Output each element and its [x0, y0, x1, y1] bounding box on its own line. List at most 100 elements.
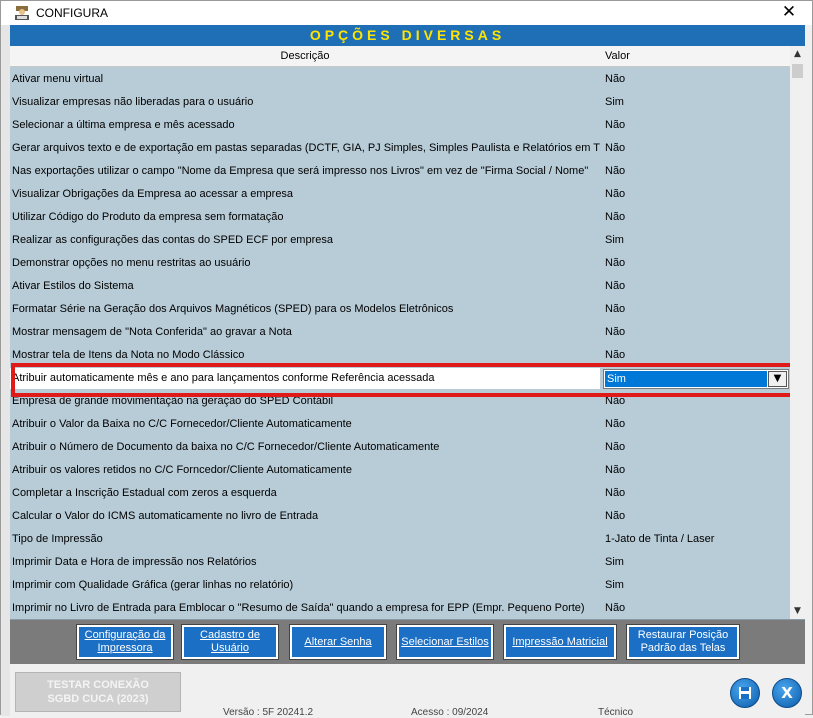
row-description: Ativar Estilos do Sistema — [12, 280, 134, 292]
select-styles-button[interactable]: Selecionar Estilos — [396, 624, 494, 660]
grid-row[interactable]: Visualizar empresas não liberadas para o… — [10, 91, 790, 114]
dropdown-selected-value[interactable]: Sim — [605, 371, 767, 387]
grid-row[interactable]: Atribuir o Número de Documento da baixa … — [10, 436, 790, 459]
button-label: Usuário — [211, 642, 249, 654]
window-title: CONFIGURA — [36, 6, 108, 20]
grid-row[interactable]: Mostrar tela de Itens da Nota no Modo Cl… — [10, 344, 790, 367]
row-value[interactable]: Sim — [605, 574, 624, 597]
row-description: Utilizar Código do Produto da empresa se… — [12, 211, 284, 223]
row-value[interactable]: Sim — [605, 551, 624, 574]
row-description: Nas exportações utilizar o campo "Nome d… — [12, 165, 589, 177]
grid-row-selected[interactable]: Atribuir automaticamente mês e ano para … — [10, 367, 790, 390]
title-bar[interactable]: CONFIGURA ✕ — [1, 1, 812, 25]
button-label: TESTAR CONEXÃO — [47, 679, 149, 691]
restore-position-button[interactable]: Restaurar Posição Padrão das Telas — [626, 624, 740, 660]
row-value[interactable]: Não — [605, 160, 625, 183]
row-description: Mostrar tela de Itens da Nota no Modo Cl… — [12, 349, 245, 361]
row-value[interactable]: Não — [605, 275, 625, 298]
scroll-up-icon[interactable]: ▲ — [790, 46, 805, 63]
row-description: Tipo de Impressão — [12, 533, 103, 545]
section-header: OPÇÕES DIVERSAS — [10, 25, 805, 46]
grid-row[interactable]: Demonstrar opções no menu restritas ao u… — [10, 252, 790, 275]
row-value[interactable]: Não — [605, 298, 625, 321]
button-label: Configuração da — [84, 629, 166, 641]
background-text: Técnico — [598, 707, 634, 718]
background-text: Versão : 5F 20241.2 — [223, 707, 314, 718]
row-description: Atribuir automaticamente mês e ano para … — [10, 368, 600, 389]
row-description: Visualizar Obrigações da Empresa ao aces… — [12, 188, 294, 200]
grid-row[interactable]: Formatar Série na Geração dos Arquivos M… — [10, 298, 790, 321]
row-description: Atribuir o Número de Documento da baixa … — [12, 441, 440, 453]
row-value[interactable]: Não — [605, 413, 625, 436]
row-description: Atribuir o Valor da Baixa no C/C Fornece… — [12, 418, 352, 430]
grid-row[interactable]: Visualizar Obrigações da Empresa ao aces… — [10, 183, 790, 206]
row-value[interactable]: Não — [605, 597, 625, 619]
grid-row[interactable]: Mostrar mensagem de "Nota Conferida" ao … — [10, 321, 790, 344]
row-value[interactable]: Não — [605, 482, 625, 505]
button-label: Padrão das Telas — [640, 642, 726, 654]
matrix-print-button[interactable]: Impressão Matricial — [503, 624, 617, 660]
grid-row[interactable]: Realizar as configurações das contas do … — [10, 229, 790, 252]
background-text: Acesso : 09/2024 — [411, 707, 489, 718]
grid-row[interactable]: Selecionar a última empresa e mês acessa… — [10, 114, 790, 137]
grid-row[interactable]: Empresa de grande movimentação na geraçã… — [10, 390, 790, 413]
row-description: Demonstrar opções no menu restritas ao u… — [12, 257, 251, 269]
row-description: Realizar as configurações das contas do … — [12, 234, 333, 246]
row-description: Atribuir os valores retidos no C/C Fornc… — [12, 464, 352, 476]
grid-row[interactable]: Utilizar Código do Produto da empresa se… — [10, 206, 790, 229]
app-icon — [15, 6, 29, 20]
close-window-button[interactable]: ✕ — [766, 1, 812, 25]
footer: TESTAR CONEXÃO SGBD CUCA (2023) X — [10, 664, 805, 716]
row-value[interactable]: Não — [605, 114, 625, 137]
row-value[interactable]: Não — [605, 505, 625, 528]
grid-row[interactable]: Ativar Estilos do Sistema Não — [10, 275, 790, 298]
row-description: Visualizar empresas não liberadas para o… — [12, 96, 254, 108]
row-value[interactable]: 1-Jato de Tinta / Laser — [605, 528, 714, 551]
grid-row[interactable]: Imprimir no Livro de Entrada para Embloc… — [10, 597, 790, 619]
grid-row[interactable]: Calcular o Valor do ICMS automaticamente… — [10, 505, 790, 528]
chevron-down-icon[interactable]: ▼ — [768, 371, 787, 387]
row-value[interactable]: Não — [605, 459, 625, 482]
printer-config-button[interactable]: Configuração da Impressora — [76, 624, 174, 660]
row-value[interactable]: Sim — [605, 229, 624, 252]
row-description: Imprimir Data e Hora de impressão nos Re… — [12, 556, 257, 568]
grid-row[interactable]: Atribuir os valores retidos no C/C Fornc… — [10, 459, 790, 482]
column-header-description[interactable]: Descrição — [10, 46, 600, 67]
column-header-value[interactable]: Valor — [605, 46, 630, 67]
row-description: Gerar arquivos texto e de exportação em … — [12, 142, 600, 154]
grid-row[interactable]: Imprimir Data e Hora de impressão nos Re… — [10, 551, 790, 574]
button-label: Impressão Matricial — [512, 635, 608, 648]
floppy-disk-icon[interactable] — [730, 678, 760, 708]
row-value[interactable]: Não — [605, 68, 625, 91]
row-value[interactable]: Não — [605, 206, 625, 229]
grid-row[interactable]: Imprimir com Qualidade Gráfica (gerar li… — [10, 574, 790, 597]
grid-row[interactable]: Nas exportações utilizar o campo "Nome d… — [10, 160, 790, 183]
row-value[interactable]: Não — [605, 321, 625, 344]
row-value[interactable]: Sim — [605, 91, 624, 114]
scroll-down-icon[interactable]: ▼ — [790, 603, 805, 619]
user-register-button[interactable]: Cadastro de Usuário — [181, 624, 279, 660]
scroll-thumb[interactable] — [792, 64, 803, 78]
button-label: Selecionar Estilos — [401, 635, 489, 648]
grid-row[interactable]: Gerar arquivos texto e de exportação em … — [10, 137, 790, 160]
row-value[interactable]: Não — [605, 344, 625, 367]
change-password-button[interactable]: Alterar Senha — [289, 624, 387, 660]
test-connection-button[interactable]: TESTAR CONEXÃO SGBD CUCA (2023) — [15, 672, 181, 712]
grid-row[interactable]: Atribuir o Valor da Baixa no C/C Fornece… — [10, 413, 790, 436]
row-description: Imprimir com Qualidade Gráfica (gerar li… — [12, 579, 294, 591]
row-value[interactable]: Não — [605, 436, 625, 459]
row-value[interactable]: Não — [605, 252, 625, 275]
value-dropdown[interactable]: Sim ▼ — [603, 369, 789, 389]
x-icon[interactable]: X — [772, 678, 802, 708]
floppy-disk-icon — [739, 687, 751, 699]
background-window-strip: OS E — [1, 1, 14, 716]
row-value[interactable]: Não — [605, 183, 625, 206]
grid-row[interactable]: Ativar menu virtual Não — [10, 68, 790, 91]
options-grid[interactable]: Descrição Valor Ativar menu virtual Não V… — [10, 46, 805, 620]
grid-row[interactable]: Completar a Inscrição Estadual com zeros… — [10, 482, 790, 505]
grid-row[interactable]: Tipo de Impressão 1-Jato de Tinta / Laser — [10, 528, 790, 551]
row-value[interactable]: Não — [605, 390, 625, 413]
row-value[interactable]: Não — [605, 137, 625, 160]
row-description: Completar a Inscrição Estadual com zeros… — [12, 487, 277, 499]
vertical-scrollbar[interactable]: ▲ ▼ — [790, 46, 805, 619]
